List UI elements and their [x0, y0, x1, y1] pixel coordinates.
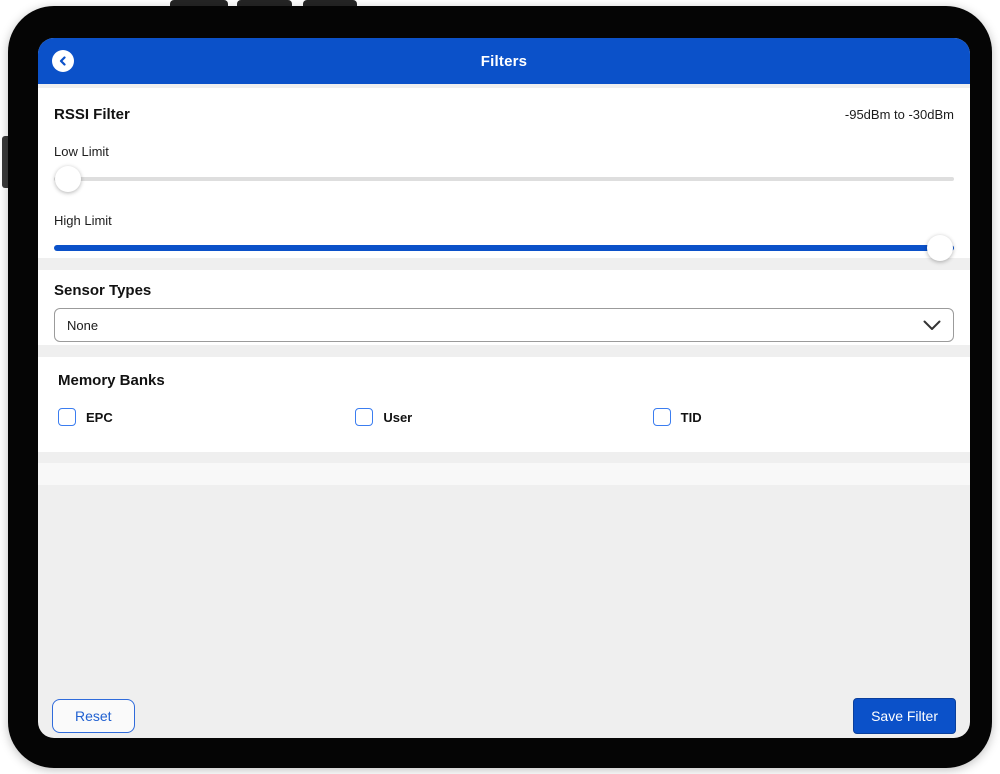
checkbox-item-user[interactable]: User: [355, 408, 652, 426]
save-filter-button[interactable]: Save Filter: [853, 698, 956, 734]
checkbox-item-epc[interactable]: EPC: [58, 408, 355, 426]
low-limit-slider-thumb[interactable]: [55, 166, 81, 192]
low-limit-label: Low Limit: [54, 144, 109, 159]
low-limit-slider-track[interactable]: [54, 177, 954, 181]
high-limit-label: High Limit: [54, 213, 112, 228]
app-header: Filters: [38, 38, 970, 84]
memory-banks-title: Memory Banks: [58, 372, 165, 389]
user-checkbox-label: User: [383, 409, 413, 425]
low-limit-slider[interactable]: [54, 166, 954, 192]
rssi-filter-card: RSSI Filter -95dBm to -30dBm Low Limit H…: [38, 88, 970, 261]
app-screen: Filters RSSI Filter -95dBm to -30dBm Low…: [38, 38, 970, 738]
sensor-types-dropdown[interactable]: None: [54, 308, 954, 342]
chevron-left-icon: [58, 56, 68, 66]
reset-button[interactable]: Reset: [52, 699, 135, 733]
sensor-types-selected-value: None: [67, 317, 99, 333]
rssi-filter-title: RSSI Filter: [54, 106, 130, 123]
sensor-types-card: Sensor Types None: [38, 270, 970, 345]
page-title: Filters: [480, 52, 528, 70]
checkbox-item-tid[interactable]: TID: [652, 408, 950, 426]
high-limit-slider-thumb[interactable]: [927, 235, 953, 261]
memory-banks-card: Memory Banks EPC User TID: [38, 357, 970, 452]
footer-actions: Reset Save Filter: [52, 698, 956, 734]
memory-banks-options: EPC User TID: [58, 408, 950, 426]
chevron-down-icon: [923, 320, 941, 331]
sensor-types-title: Sensor Types: [54, 282, 152, 299]
tid-checkbox[interactable]: [652, 408, 671, 426]
empty-section-strip: [38, 463, 970, 485]
epc-checkbox[interactable]: [58, 408, 76, 426]
epc-checkbox-label: EPC: [86, 409, 113, 425]
rssi-range-label: -95dBm to -30dBm: [844, 107, 954, 122]
high-limit-slider[interactable]: [54, 235, 954, 261]
back-button[interactable]: [52, 50, 74, 72]
tid-checkbox-label: TID: [680, 409, 702, 425]
high-limit-slider-track[interactable]: [54, 245, 954, 251]
user-checkbox[interactable]: [355, 408, 374, 426]
